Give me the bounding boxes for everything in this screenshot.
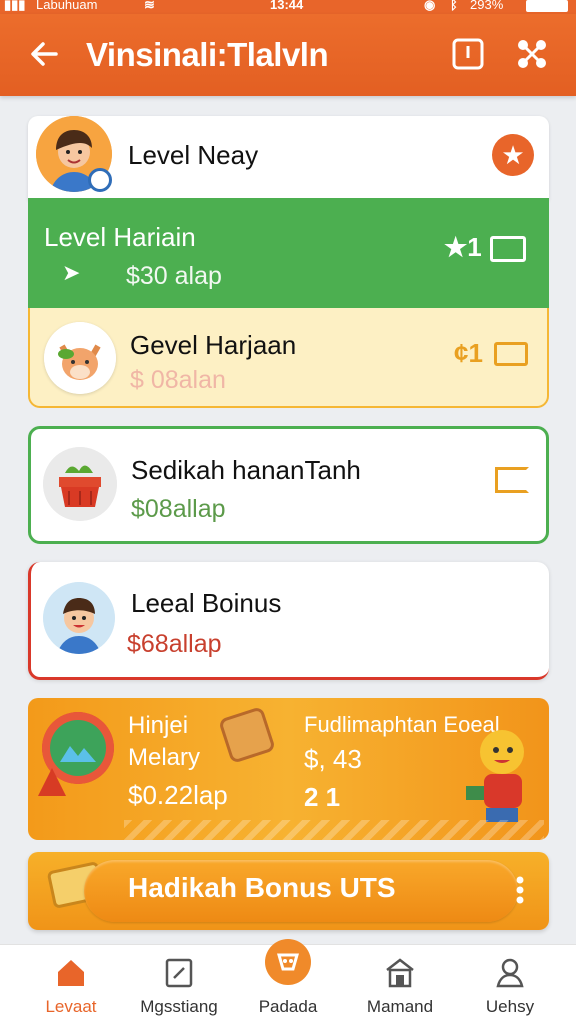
mascot-icon	[462, 722, 538, 832]
card-price: $08allap	[131, 495, 226, 523]
bluetooth-icon: ᛒ	[450, 0, 458, 12]
card-price: $ 08alan	[130, 366, 226, 394]
bottom-nav: Levaat Mgsstiang Padada Mamand Uehsy	[0, 939, 576, 1024]
signal-icon: ▮▮▮	[4, 0, 26, 12]
level-hariain-card[interactable]: Level Hariain ➤ $30 alap ★1	[28, 198, 549, 310]
decor-arrow-icon	[38, 768, 66, 796]
nav-label: Uehsy	[485, 997, 535, 1016]
promo-left-line1: Hinjei	[128, 712, 189, 739]
stripe-pattern	[124, 820, 544, 840]
plane-icon: ➤	[62, 260, 81, 285]
nav-item-padada[interactable]: Padada	[233, 939, 343, 1024]
card-title: Level Hariain	[44, 222, 196, 252]
card-badge: ★1	[444, 232, 482, 262]
nav-item-levaat[interactable]: Levaat	[16, 945, 126, 1024]
card-title: Sedikah hananTanh	[131, 455, 361, 485]
card-title: Gevel Harjaan	[130, 330, 297, 360]
nav-label: Mgsstiang	[140, 997, 218, 1016]
page-title: Vinsinali:Tlalvln	[86, 36, 329, 73]
leeal-bonus-card[interactable]: Leeal Boinus $68allap	[28, 562, 549, 680]
wifi-icon: ≋	[144, 0, 155, 12]
share-button[interactable]	[514, 36, 550, 72]
app-header: Vinsinali:Tlalvln	[0, 14, 576, 96]
message-icon	[161, 955, 197, 991]
boy-avatar-icon	[43, 582, 115, 654]
store-icon	[382, 955, 418, 991]
square-info-icon	[452, 38, 484, 70]
nav-label: Padada	[258, 997, 318, 1016]
promo-right-line2: $, 43	[304, 744, 362, 774]
favorite-button[interactable]: ★	[492, 134, 534, 176]
promo-left-line3: $0.22lap	[128, 780, 228, 810]
ticket-icon	[494, 342, 528, 366]
status-bar: ▮▮▮ Labuhuam ≋ 13:44 ◉ ᛒ 293%	[0, 0, 576, 14]
card-price: $30 alap	[126, 262, 222, 290]
level-card[interactable]: Level Neay ★	[28, 116, 549, 200]
avatar	[43, 447, 117, 521]
battery-icon	[526, 0, 568, 12]
ticket-icon	[495, 467, 529, 493]
card-title: Leeal Boinus	[131, 588, 282, 618]
nav-label: Mamand	[366, 997, 434, 1016]
avatar	[44, 322, 116, 394]
card-title: Level Neay	[128, 140, 259, 170]
nav-label: Levaat	[45, 997, 97, 1016]
alarm-icon: ◉	[424, 0, 436, 12]
bonus-button[interactable]: Hadikah Bonus UTS	[28, 852, 549, 930]
profile-icon	[492, 955, 528, 991]
coupon-icon	[218, 706, 276, 764]
more-options-button[interactable]	[504, 866, 536, 914]
fox-avatar-icon	[44, 322, 116, 394]
promo-left-line2: Melary	[128, 744, 201, 771]
nav-item-mamand[interactable]: Mamand	[345, 945, 455, 1024]
info-button[interactable]	[450, 36, 486, 72]
battery-text: 293%	[470, 0, 504, 12]
verified-badge-icon	[88, 168, 112, 192]
ticket-icon	[490, 236, 526, 262]
arrow-left-icon	[31, 42, 58, 66]
promo-right-line3: 2 1	[304, 782, 341, 812]
card-price: $68allap	[127, 630, 222, 658]
nav-item-uehsy[interactable]: Uehsy	[455, 945, 565, 1024]
share-icon	[518, 40, 546, 68]
gevel-harjaan-card[interactable]: Gevel Harjaan $ 08alan ¢1	[28, 308, 549, 408]
back-button[interactable]	[24, 34, 64, 74]
card-badge: ¢1	[454, 338, 483, 368]
promo-banner[interactable]: Hinjei Melary $0.22lap Fudlimaphtan Eoea…	[28, 698, 549, 840]
center-action-icon	[265, 939, 311, 985]
home-icon	[53, 955, 89, 991]
more-vertical-icon	[516, 876, 524, 904]
star-icon: ★	[501, 140, 525, 170]
sedikah-card[interactable]: Sedikah hananTanh $08allap	[28, 426, 549, 544]
gift-basket-icon	[43, 447, 117, 521]
avatar	[43, 582, 115, 654]
nav-item-mgsstiang[interactable]: Mgsstiang	[124, 945, 234, 1024]
carrier-text: Labuhuam	[36, 0, 98, 12]
time-text: 13:44	[270, 0, 304, 12]
bonus-button-label: Hadikah Bonus UTS	[128, 872, 396, 903]
